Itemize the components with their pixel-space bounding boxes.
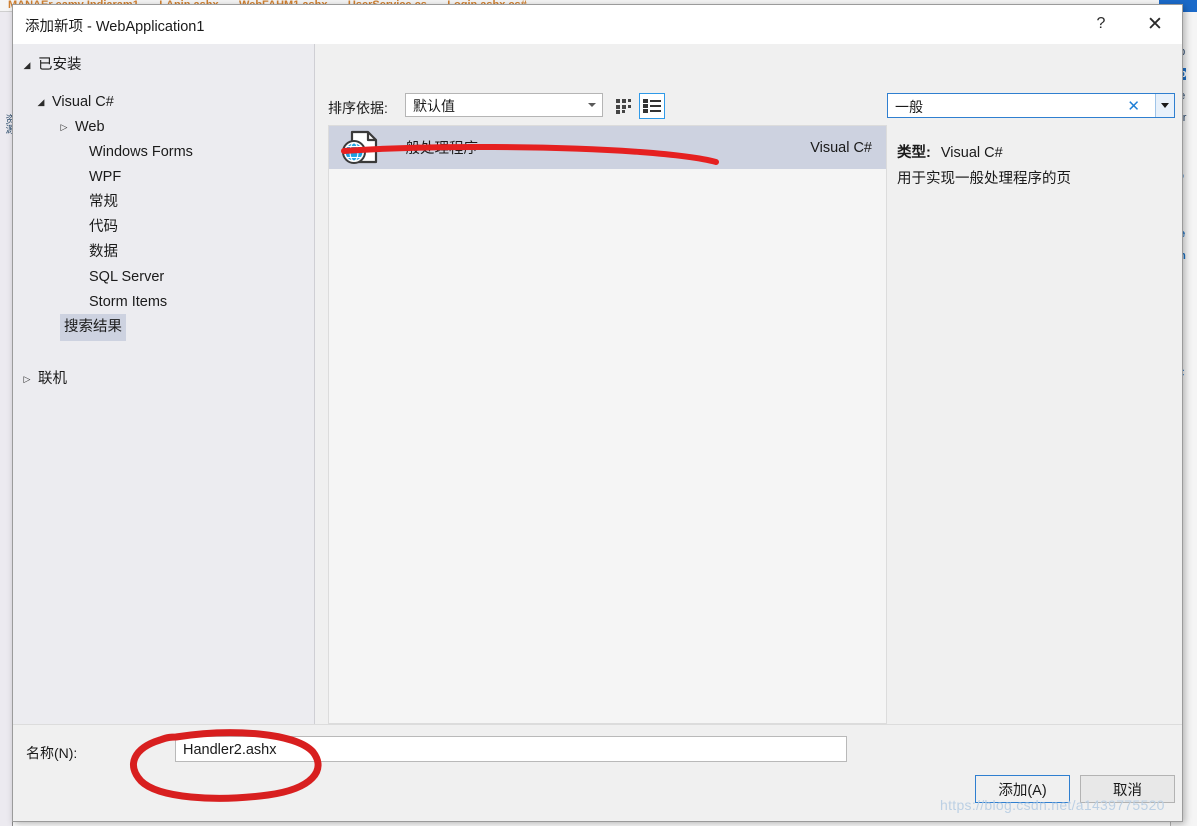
expander-collapsed-icon[interactable]: ▷ xyxy=(20,367,34,392)
expander-none-icon: ▷ xyxy=(71,165,85,190)
watermark: https://blog.csdn.net/a1439775520 xyxy=(940,797,1165,813)
tree-item-label: 联机 xyxy=(38,371,67,387)
tree-item-general[interactable]: ▷常规 xyxy=(13,189,314,214)
template-details-panel: 类型: Visual C# 用于实现一般处理程序的页 xyxy=(891,125,1173,724)
tree-item-label: 数据 xyxy=(89,244,118,260)
sort-by-select[interactable]: 默认值 xyxy=(405,93,603,117)
tree-item-label: 已安装 xyxy=(38,57,82,73)
search-input[interactable]: 一般 ✕ xyxy=(887,93,1175,118)
tree-item-web[interactable]: ▷ Web xyxy=(13,114,314,139)
list-view-icon[interactable] xyxy=(639,93,665,119)
dialog-title: 添加新项 - WebApplication1 xyxy=(25,19,205,35)
sort-by-value: 默认值 xyxy=(413,98,455,114)
tree-item-windows-forms[interactable]: ▷Windows Forms xyxy=(13,139,314,164)
template-list[interactable]: 一般处理程序 Visual C# xyxy=(328,125,887,724)
expander-none-icon: ▷ xyxy=(71,290,85,315)
tree-item-storm-items[interactable]: ▷Storm Items xyxy=(13,289,314,314)
dialog-body: ◢已安装 ◢Visual C# ▷Web ▷Windows Forms ▷WPF… xyxy=(13,44,1182,821)
dialog-title-bar: 添加新项 - WebApplication1 ? ✕ xyxy=(13,5,1182,44)
web-handler-file-icon xyxy=(340,130,384,166)
detail-type-value: Visual C# xyxy=(940,145,1003,161)
search-dropdown-button[interactable] xyxy=(1155,94,1174,117)
detail-type-row: 类型: Visual C# xyxy=(897,141,1003,162)
name-field-label: 名称(N): xyxy=(26,745,78,761)
expander-none-icon: ▷ xyxy=(71,265,85,290)
list-view-glyph xyxy=(643,99,661,113)
name-input[interactable] xyxy=(175,736,847,762)
tree-item-label: Visual C# xyxy=(52,94,114,110)
web-handler-file-glyph xyxy=(342,130,378,164)
tree-item-label: 搜索结果 xyxy=(60,314,126,341)
screenshot-root: MANAEr eamv Indiaram1 LAnin.ashx WebFAHM… xyxy=(0,0,1197,826)
detail-type-label: 类型: xyxy=(897,145,931,161)
list-item[interactable]: 一般处理程序 Visual C# xyxy=(329,126,886,169)
help-icon[interactable]: ? xyxy=(1078,5,1124,43)
expander-none-icon: ▷ xyxy=(71,140,85,165)
sort-by-label: 排序依据: xyxy=(328,100,388,116)
expander-expanded-icon[interactable]: ◢ xyxy=(34,90,48,115)
close-icon[interactable]: ✕ xyxy=(1132,5,1178,43)
tree-item-sql-server[interactable]: ▷SQL Server xyxy=(13,264,314,289)
expander-collapsed-icon[interactable]: ▷ xyxy=(57,115,71,140)
chevron-down-icon xyxy=(1161,103,1169,108)
list-item-language: Visual C# xyxy=(810,139,872,156)
tree-item-label: 常规 xyxy=(89,194,118,210)
tree-item-online[interactable]: ▷ 联机 xyxy=(13,366,314,391)
expander-none-icon: ▷ xyxy=(71,240,85,265)
small-icons-view-icon[interactable] xyxy=(611,93,637,119)
search-value: 一般 xyxy=(895,99,923,115)
tree-item-wpf[interactable]: ▷WPF xyxy=(13,164,314,189)
tree-item-code[interactable]: ▷代码 xyxy=(13,214,314,239)
tree-item-search-results[interactable]: ▷搜索结果 xyxy=(13,314,314,341)
list-item-name: 一般处理程序 xyxy=(391,141,478,157)
tree-item-installed[interactable]: ◢ 已安装 xyxy=(13,52,314,77)
tree-item-label: SQL Server xyxy=(89,269,165,285)
expander-none-icon: ▷ xyxy=(71,215,85,240)
add-new-item-dialog: 添加新项 - WebApplication1 ? ✕ ◢ 已安装 ◢ Visual … xyxy=(12,4,1183,822)
template-category-tree[interactable]: ◢已安装 ◢Visual C# ▷Web ▷Windows Forms ▷WPF… xyxy=(13,44,315,724)
tree-item-label: 代码 xyxy=(89,219,118,235)
tree-item-visual-csharp[interactable]: ◢ Visual C# xyxy=(13,89,314,114)
small-icons-view-glyph xyxy=(615,98,631,114)
tree-item-label: WPF xyxy=(89,169,122,185)
expander-none-icon: ▷ xyxy=(46,315,60,340)
tree-item-label: Web xyxy=(75,119,105,135)
tree-item-label: Storm Items xyxy=(89,294,168,310)
chevron-down-icon[interactable] xyxy=(588,103,596,107)
expander-expanded-icon[interactable]: ◢ xyxy=(20,53,34,78)
clear-icon[interactable]: ✕ xyxy=(1127,97,1140,115)
detail-description: 用于实现一般处理程序的页 xyxy=(897,171,1071,187)
tree-item-data[interactable]: ▷数据 xyxy=(13,239,314,264)
expander-none-icon: ▷ xyxy=(71,190,85,215)
tree-item-label: Windows Forms xyxy=(89,144,193,160)
